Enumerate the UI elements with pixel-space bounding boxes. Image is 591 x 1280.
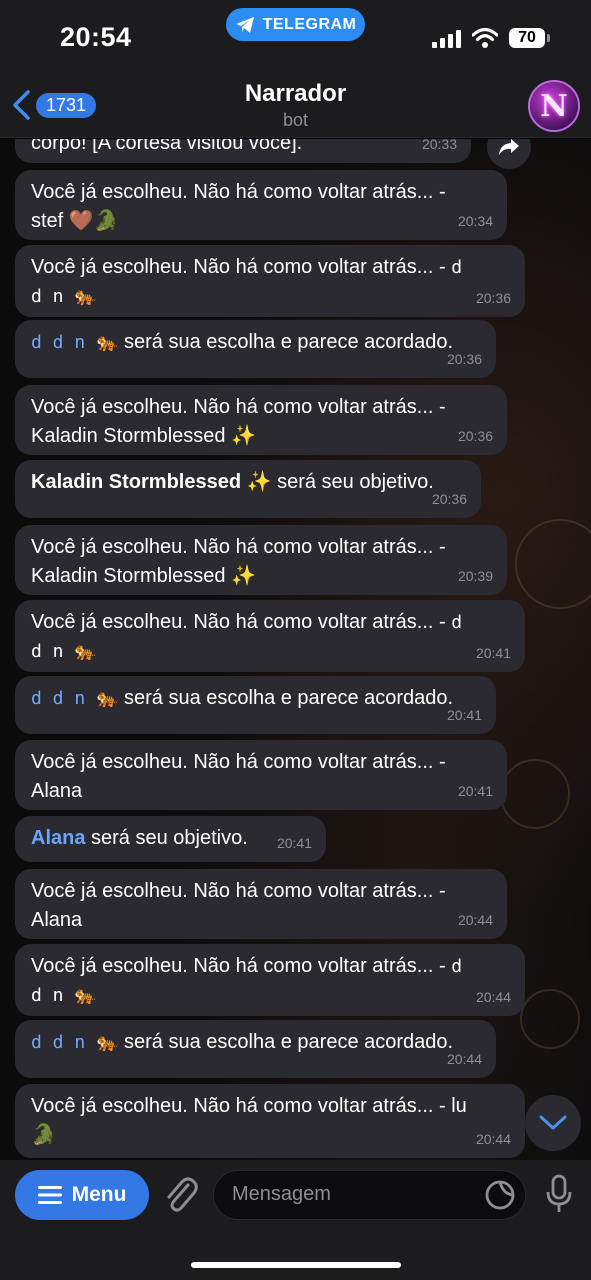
- message-time: 20:44: [475, 989, 511, 1005]
- chat-title[interactable]: Narrador: [0, 80, 591, 108]
- user-mention[interactable]: d d n 🐅: [31, 1032, 118, 1053]
- message-text-line2: d n 🐅: [31, 286, 97, 307]
- chat-header: 1731 Narrador bot N: [0, 72, 591, 138]
- avatar-letter: N: [540, 88, 568, 124]
- menu-button[interactable]: Menu: [15, 1170, 149, 1220]
- message-bubble[interactable]: Você já escolheu. Não há como voltar atr…: [15, 740, 507, 810]
- message-text-line2: stef 🤎🐊: [31, 210, 119, 232]
- message-text-line2: 🐊: [31, 1124, 56, 1146]
- battery-level: 70: [509, 28, 545, 48]
- message-text: Você já escolheu. Não há como voltar atr…: [31, 1095, 467, 1117]
- message-bubble[interactable]: Você já escolheu. Não há como voltar atr…: [15, 525, 507, 595]
- message-text-line2: d n 🐅: [31, 641, 97, 662]
- telegram-pill[interactable]: TELEGRAM: [226, 8, 365, 41]
- forward-arrow-icon: [499, 139, 519, 155]
- battery-tip: [547, 34, 550, 42]
- message-text: será seu objetivo.: [271, 471, 434, 493]
- share-button[interactable]: [487, 139, 531, 169]
- telegram-pill-label: TELEGRAM: [262, 15, 357, 33]
- background-doodle: [500, 759, 570, 829]
- message-time: 20:44: [457, 912, 493, 928]
- message-bubble[interactable]: corpo! [A cortesã visitou você]. 20:33: [15, 139, 471, 163]
- message-time: 20:36: [446, 351, 482, 367]
- message-text: será sua escolha e parece acordado.: [118, 687, 454, 709]
- user-mention[interactable]: d d n 🐅: [31, 688, 118, 709]
- message-time: 20:33: [421, 139, 457, 152]
- message-bubble[interactable]: Você já escolheu. Não há como voltar atr…: [15, 869, 507, 939]
- message-text: Você já escolheu. Não há como voltar atr…: [31, 751, 446, 773]
- bot-avatar[interactable]: N: [528, 80, 580, 132]
- scroll-to-bottom-button[interactable]: [525, 1095, 581, 1151]
- message-bubble[interactable]: Você já escolheu. Não há como voltar atr…: [15, 245, 525, 317]
- message-bubble[interactable]: Você já escolheu. Não há como voltar atr…: [15, 600, 525, 672]
- message-time: 20:34: [457, 213, 493, 229]
- wifi-icon: [472, 27, 498, 48]
- chevron-down-icon: [539, 1115, 567, 1130]
- message-text-line2: Alana: [31, 780, 83, 802]
- message-bubble[interactable]: Você já escolheu. Não há como voltar atr…: [15, 944, 525, 1016]
- message-text-tail: d: [451, 612, 463, 633]
- message-time: 20:41: [276, 835, 312, 851]
- message-bubble[interactable]: Alana será seu objetivo. 20:41: [15, 816, 326, 862]
- attach-icon[interactable]: [162, 1175, 198, 1215]
- message-bubble[interactable]: Você já escolheu. Não há como voltar atr…: [15, 385, 507, 455]
- menu-button-label: Menu: [71, 1183, 127, 1206]
- message-text: Você já escolheu. Não há como voltar atr…: [31, 955, 446, 977]
- message-text-line2: Kaladin Stormblessed ✨: [31, 565, 257, 587]
- message-bold-text: Kaladin Stormblessed ✨: [31, 471, 272, 493]
- message-bubble[interactable]: Você já escolheu. Não há como voltar atr…: [15, 170, 507, 240]
- message-text: Você já escolheu. Não há como voltar atr…: [31, 256, 446, 278]
- message-text: Você já escolheu. Não há como voltar atr…: [31, 880, 446, 902]
- message-time: 20:41: [475, 645, 511, 661]
- telegram-icon: [235, 16, 254, 33]
- status-bar: 20:54 TELEGRAM 70: [0, 0, 591, 72]
- message-time: 20:36: [431, 491, 467, 507]
- message-text-line2: Kaladin Stormblessed ✨: [31, 425, 257, 447]
- message-text-tail: d: [451, 257, 463, 278]
- message-list[interactable]: corpo! [A cortesã visitou você]. 20:33 V…: [0, 139, 591, 1160]
- message-text: será sua escolha e parece acordado.: [118, 331, 454, 353]
- message-bubble[interactable]: d d n 🐅 será sua escolha e parece acorda…: [15, 676, 496, 734]
- microphone-icon[interactable]: [545, 1174, 573, 1216]
- message-bubble[interactable]: Você já escolheu. Não há como voltar atr…: [15, 1084, 525, 1158]
- sticker-icon[interactable]: [484, 1170, 516, 1220]
- message-text-line2: Alana: [31, 909, 83, 931]
- status-time: 20:54: [60, 22, 132, 52]
- message-text: Você já escolheu. Não há como voltar atr…: [31, 396, 446, 418]
- user-mention[interactable]: d d n 🐅: [31, 332, 118, 353]
- message-text-tail: d: [451, 956, 463, 977]
- message-text: Você já escolheu. Não há como voltar atr…: [31, 611, 446, 633]
- message-text: Você já escolheu. Não há como voltar atr…: [31, 181, 446, 203]
- message-text: será seu objetivo.: [85, 827, 248, 849]
- user-mention[interactable]: Alana: [31, 827, 85, 849]
- background-doodle: [520, 989, 580, 1049]
- message-time: 20:36: [457, 428, 493, 444]
- message-time: 20:39: [457, 568, 493, 584]
- message-bubble[interactable]: Kaladin Stormblessed ✨ será seu objetivo…: [15, 460, 481, 518]
- message-text: corpo! [A cortesã visitou você].: [31, 139, 303, 154]
- home-indicator: [191, 1262, 401, 1268]
- message-time: 20:44: [446, 1051, 482, 1067]
- message-bubble[interactable]: d d n 🐅 será sua escolha e parece acorda…: [15, 320, 496, 378]
- message-time: 20:36: [475, 290, 511, 306]
- message-time: 20:41: [446, 707, 482, 723]
- hamburger-icon: [37, 1186, 62, 1204]
- message-input-placeholder: Mensagem: [232, 1183, 331, 1205]
- background-doodle: [515, 519, 591, 609]
- message-input[interactable]: Mensagem: [213, 1170, 526, 1220]
- chat-subtitle: bot: [282, 110, 309, 130]
- message-text: Você já escolheu. Não há como voltar atr…: [31, 536, 446, 558]
- message-time: 20:41: [457, 783, 493, 799]
- cellular-signal-icon: [432, 30, 461, 48]
- message-time: 20:44: [475, 1131, 511, 1147]
- message-bubble[interactable]: d d n 🐅 será sua escolha e parece acorda…: [15, 1020, 496, 1078]
- message-text: será sua escolha e parece acordado.: [118, 1031, 454, 1053]
- message-text-line2: d n 🐅: [31, 985, 97, 1006]
